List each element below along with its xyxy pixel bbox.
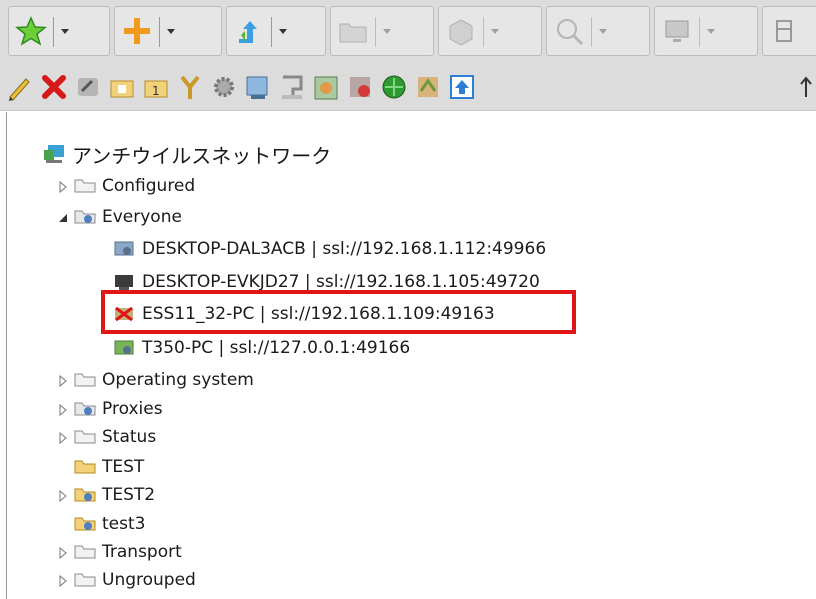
tree-item[interactable]: T350-PC | ssl://127.0.0.1:49166 [114,336,410,360]
tree-item-label: TEST [102,457,145,477]
scan-icon[interactable] [310,71,342,103]
station-online-icon [114,340,134,355]
station-icon [114,241,134,256]
folder-icon [74,460,96,474]
protect-icon[interactable] [344,71,376,103]
tree-item[interactable]: Operating system [58,368,254,392]
separator [271,17,272,47]
tree-item[interactable]: Transport [58,540,182,564]
action-toolbar: 1 [0,64,816,111]
folder-icon [74,573,96,587]
tree-item-label: Status [102,427,157,447]
network-icon [44,145,64,163]
search-button[interactable] [546,6,650,56]
dropdown-arrow-icon[interactable] [167,29,175,34]
tree-item[interactable]: Status [58,425,156,449]
tree-item-label: Proxies [102,399,163,419]
tree-item[interactable]: DESKTOP-DAL3ACB | ssl://192.168.1.112:49… [114,237,546,261]
main-toolbar [0,0,816,64]
expand-arrow-icon[interactable] [58,430,68,445]
expand-arrow-icon[interactable] [58,402,68,417]
folder-icon [74,373,96,387]
add-icon [124,18,150,44]
group-folder-icon [74,488,96,502]
dropdown-arrow-icon[interactable] [279,29,287,34]
folder-icon [74,545,96,559]
tree-item-label: T350-PC | ssl://127.0.0.1:49166 [142,338,411,358]
tree-item-label: test3 [102,514,146,534]
search-icon [557,19,584,46]
tree-item[interactable]: Proxies [58,397,163,421]
tree-root[interactable]: アンチウイルスネットワーク [44,142,332,168]
tree-item[interactable]: test3 [58,512,145,536]
tree-item[interactable]: Everyone [58,205,182,229]
move-button[interactable] [226,6,326,56]
expand-arrow-icon[interactable] [58,373,68,388]
star-icon [15,16,47,46]
folder-button[interactable] [330,6,434,56]
delete-icon[interactable] [38,71,70,103]
group-folder-icon [74,517,96,531]
note-icon[interactable] [242,71,274,103]
tree-item[interactable]: Ungrouped [58,568,196,592]
favorites-button[interactable] [8,6,110,56]
settings-icon[interactable] [208,71,240,103]
svg-text:1: 1 [152,84,160,98]
console-icon[interactable] [276,71,308,103]
tree-item[interactable]: Configured [58,174,195,198]
layout-icon [776,20,792,42]
tree-item-label: Operating system [102,370,254,390]
add-button[interactable] [114,6,222,56]
box-button[interactable] [438,6,542,56]
group-folder-icon [74,210,96,224]
tree-item-label: Transport [102,542,182,562]
edit-icon[interactable] [4,71,36,103]
upload-icon[interactable] [446,71,478,103]
expand-arrow-icon[interactable] [58,179,68,194]
sort-icon[interactable] [796,71,816,103]
tree-item[interactable]: TEST2 [58,483,155,507]
tree-root-label: アンチウイルスネットワーク [72,143,332,168]
dropdown-arrow-icon[interactable] [61,29,69,34]
expand-arrow-icon[interactable] [58,488,68,503]
tree-item-label: Configured [102,176,196,196]
station-offline-icon [115,275,133,290]
expand-arrow-icon[interactable] [58,545,68,560]
monitor-button[interactable] [654,6,758,56]
box-icon [449,19,473,46]
shield-icon[interactable] [378,71,410,103]
tree-item-label: Ungrouped [102,570,196,590]
tree-item-label: Everyone [102,207,182,227]
folder-icon [74,430,96,444]
tree-item-label: DESKTOP-EVKJD27 | ssl://192.168.1.105:49… [142,272,540,292]
tree-item-label: TEST2 [102,485,156,505]
collapse-arrow-icon[interactable] [58,210,68,224]
monitor-icon [665,20,689,42]
filter-icon[interactable] [174,71,206,103]
separator [159,17,160,47]
clear-icon[interactable] [72,71,104,103]
move-icon [239,21,257,43]
highlight-box [101,290,576,334]
layout-button[interactable] [762,6,816,56]
group-folder-icon [74,402,96,416]
folder-icon [339,23,367,43]
tree-item[interactable]: TEST [58,455,144,479]
group-icon[interactable] [106,71,138,103]
folder-icon [74,179,96,193]
expand-arrow-icon[interactable] [58,573,68,588]
tree-item-label: DESKTOP-DAL3ACB | ssl://192.168.1.112:49… [142,239,547,259]
group-one-icon[interactable]: 1 [140,71,172,103]
sync-icon[interactable] [412,71,444,103]
separator [53,17,54,47]
